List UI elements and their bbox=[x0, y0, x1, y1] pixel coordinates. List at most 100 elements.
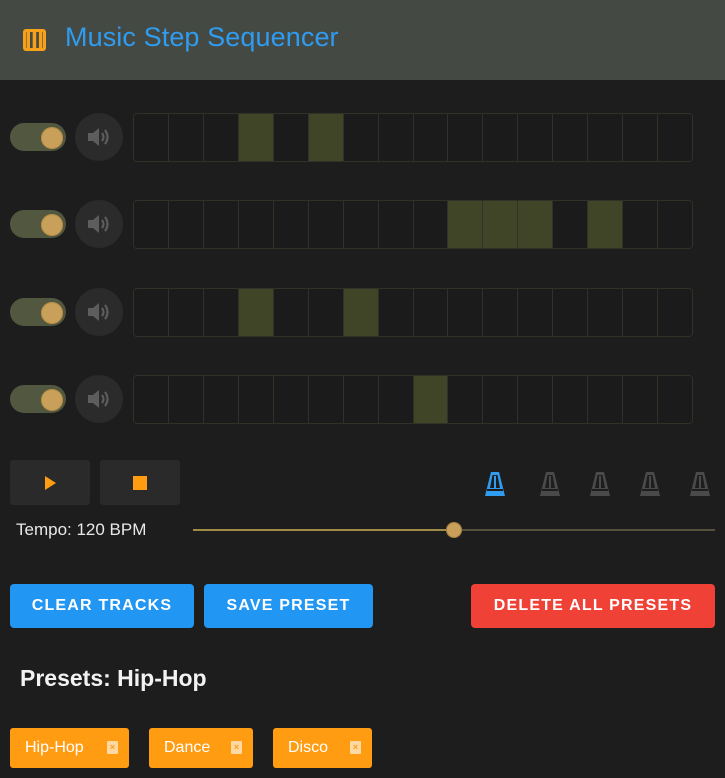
step-cell[interactable] bbox=[553, 376, 589, 423]
stop-icon bbox=[133, 475, 147, 490]
step-cell[interactable] bbox=[448, 201, 484, 248]
slider-fill bbox=[193, 529, 454, 531]
preset-chip-hip-hop[interactable]: Hip-Hop × bbox=[10, 728, 129, 768]
step-cell[interactable] bbox=[483, 201, 519, 248]
close-icon[interactable]: × bbox=[231, 741, 242, 754]
track-enable-toggle[interactable] bbox=[10, 123, 66, 151]
step-cell[interactable] bbox=[588, 289, 624, 336]
delete-all-presets-button[interactable]: DELETE ALL PRESETS bbox=[471, 584, 715, 628]
metronome-icon[interactable] bbox=[588, 470, 612, 498]
track-enable-toggle[interactable] bbox=[10, 210, 66, 238]
app-title: Music Step Sequencer bbox=[65, 22, 339, 52]
step-cell[interactable] bbox=[588, 376, 624, 423]
step-cell[interactable] bbox=[273, 376, 309, 423]
step-cell[interactable] bbox=[658, 201, 692, 248]
step-grid bbox=[133, 375, 693, 424]
step-cell[interactable] bbox=[658, 289, 692, 336]
step-cell[interactable] bbox=[168, 201, 204, 248]
step-cell[interactable] bbox=[518, 289, 554, 336]
track-enable-toggle[interactable] bbox=[10, 385, 66, 413]
metronome-icon[interactable] bbox=[483, 470, 507, 498]
metronome-icon[interactable] bbox=[638, 470, 662, 498]
close-icon[interactable]: × bbox=[350, 741, 361, 754]
step-cell[interactable] bbox=[273, 201, 309, 248]
mute-button[interactable] bbox=[75, 288, 123, 336]
metronome-icon[interactable] bbox=[538, 470, 562, 498]
step-cell[interactable] bbox=[413, 376, 449, 423]
tempo-slider[interactable] bbox=[193, 521, 715, 539]
piano-icon bbox=[23, 29, 46, 51]
step-cell[interactable] bbox=[203, 376, 239, 423]
stop-button[interactable] bbox=[100, 460, 180, 505]
step-cell[interactable] bbox=[623, 201, 659, 248]
step-cell[interactable] bbox=[343, 376, 379, 423]
track-enable-toggle[interactable] bbox=[10, 298, 66, 326]
step-cell[interactable] bbox=[308, 289, 344, 336]
step-cell[interactable] bbox=[623, 376, 659, 423]
speaker-icon bbox=[88, 128, 109, 146]
step-cell[interactable] bbox=[588, 114, 624, 161]
step-cell[interactable] bbox=[134, 114, 169, 161]
step-cell[interactable] bbox=[518, 114, 554, 161]
step-cell[interactable] bbox=[483, 289, 519, 336]
step-cell[interactable] bbox=[238, 376, 274, 423]
step-cell[interactable] bbox=[518, 201, 554, 248]
mute-button[interactable] bbox=[75, 375, 123, 423]
step-cell[interactable] bbox=[658, 376, 692, 423]
step-cell[interactable] bbox=[343, 114, 379, 161]
step-cell[interactable] bbox=[168, 376, 204, 423]
play-icon bbox=[45, 475, 56, 490]
metronome-icon[interactable] bbox=[688, 470, 712, 498]
step-cell[interactable] bbox=[588, 201, 624, 248]
step-cell[interactable] bbox=[238, 114, 274, 161]
step-cell[interactable] bbox=[134, 201, 169, 248]
step-cell[interactable] bbox=[308, 114, 344, 161]
step-cell[interactable] bbox=[378, 289, 414, 336]
preset-chip-disco[interactable]: Disco × bbox=[273, 728, 372, 768]
step-cell[interactable] bbox=[134, 289, 169, 336]
step-cell[interactable] bbox=[134, 376, 169, 423]
step-cell[interactable] bbox=[623, 114, 659, 161]
step-cell[interactable] bbox=[238, 201, 274, 248]
mute-button[interactable] bbox=[75, 200, 123, 248]
step-cell[interactable] bbox=[273, 289, 309, 336]
step-cell[interactable] bbox=[168, 114, 204, 161]
app-header: Music Step Sequencer bbox=[0, 0, 725, 80]
step-cell[interactable] bbox=[378, 114, 414, 161]
play-button[interactable] bbox=[10, 460, 90, 505]
step-cell[interactable] bbox=[658, 114, 692, 161]
step-cell[interactable] bbox=[448, 114, 484, 161]
step-cell[interactable] bbox=[448, 289, 484, 336]
mute-button[interactable] bbox=[75, 113, 123, 161]
step-cell[interactable] bbox=[553, 114, 589, 161]
step-cell[interactable] bbox=[273, 114, 309, 161]
step-cell[interactable] bbox=[413, 289, 449, 336]
preset-chip-dance[interactable]: Dance × bbox=[149, 728, 253, 768]
step-cell[interactable] bbox=[203, 114, 239, 161]
step-cell[interactable] bbox=[413, 201, 449, 248]
step-cell[interactable] bbox=[168, 289, 204, 336]
step-cell[interactable] bbox=[518, 376, 554, 423]
step-cell[interactable] bbox=[483, 376, 519, 423]
step-cell[interactable] bbox=[378, 376, 414, 423]
step-grid bbox=[133, 113, 693, 162]
clear-tracks-button[interactable]: CLEAR TRACKS bbox=[10, 584, 194, 628]
step-cell[interactable] bbox=[623, 289, 659, 336]
step-cell[interactable] bbox=[238, 289, 274, 336]
step-cell[interactable] bbox=[553, 201, 589, 248]
close-icon[interactable]: × bbox=[107, 741, 118, 754]
step-cell[interactable] bbox=[483, 114, 519, 161]
step-cell[interactable] bbox=[343, 289, 379, 336]
step-cell[interactable] bbox=[448, 376, 484, 423]
step-cell[interactable] bbox=[378, 201, 414, 248]
step-cell[interactable] bbox=[203, 201, 239, 248]
step-cell[interactable] bbox=[308, 201, 344, 248]
step-cell[interactable] bbox=[308, 376, 344, 423]
preset-label: Disco bbox=[288, 739, 329, 756]
slider-thumb[interactable] bbox=[446, 522, 462, 538]
step-cell[interactable] bbox=[413, 114, 449, 161]
save-preset-button[interactable]: SAVE PRESET bbox=[204, 584, 373, 628]
step-cell[interactable] bbox=[343, 201, 379, 248]
step-cell[interactable] bbox=[203, 289, 239, 336]
step-cell[interactable] bbox=[553, 289, 589, 336]
